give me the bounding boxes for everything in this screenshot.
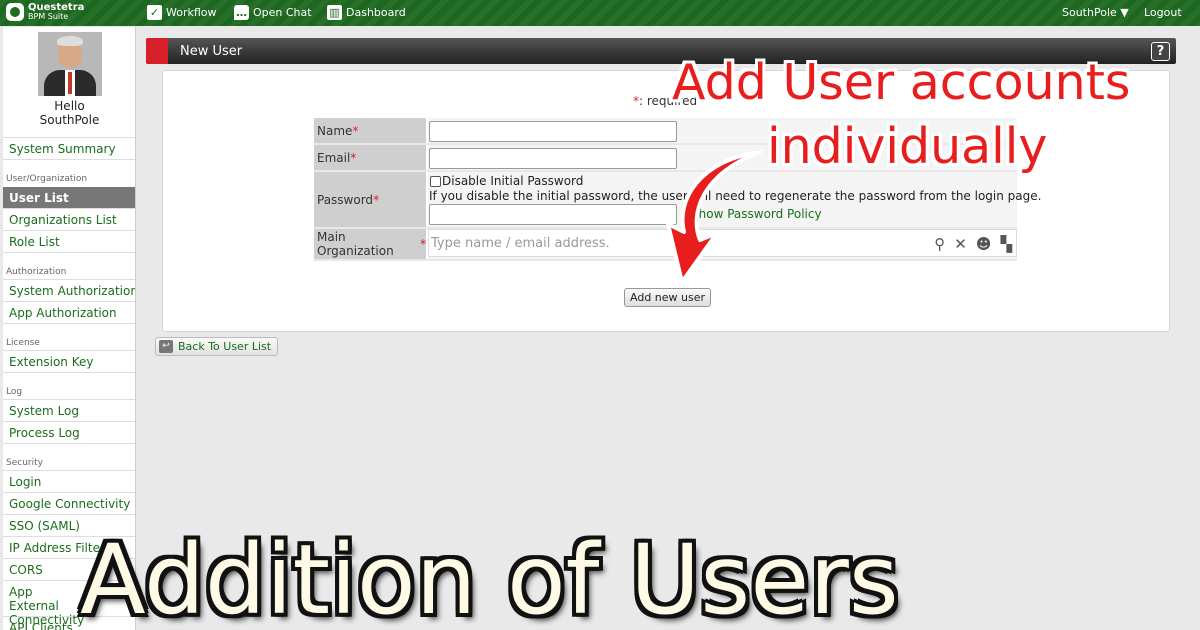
dashboard-icon: ▥ xyxy=(327,5,342,20)
user-face-icon[interactable]: ☻ xyxy=(976,235,992,253)
sidebar-item-organizations-list[interactable]: Organizations List xyxy=(3,209,135,231)
sidebar-item-system-log[interactable]: System Log xyxy=(3,400,135,422)
nav-dashboard-label: Dashboard xyxy=(346,6,406,19)
logo-line2: BPM Suite xyxy=(28,12,69,21)
top-bar: Questetra BPM Suite ✓ Workflow … Open Ch… xyxy=(0,0,1200,26)
name-label: Name * xyxy=(314,118,426,143)
sidebar-section-license: License xyxy=(6,338,40,348)
show-password-policy-link[interactable]: Show Password Policy xyxy=(691,207,822,221)
overlay-title: Addition of Users xyxy=(80,524,899,630)
sidebar-item-login[interactable]: Login xyxy=(3,471,135,493)
password-input[interactable] xyxy=(429,204,677,225)
questetra-logo[interactable]: Questetra BPM Suite xyxy=(6,3,84,21)
back-to-user-list-label: Back To User List xyxy=(178,340,272,353)
sidebar-item-extension-key[interactable]: Extension Key xyxy=(3,351,135,373)
sidebar-section-authorization: Authorization xyxy=(6,267,67,277)
form-row-main-organization: Main Organization * Type name / email add… xyxy=(314,229,1017,261)
callout-line1: Add User accounts xyxy=(672,54,1131,111)
sidebar-item-system-authorization[interactable]: System Authorization xyxy=(3,280,135,302)
avatar xyxy=(38,32,102,96)
password-label: Password * xyxy=(314,172,426,227)
sidebar-section-security: Security xyxy=(6,458,43,468)
sidebar-item-google-connectivity[interactable]: Google Connectivity xyxy=(3,493,135,515)
email-label: Email * xyxy=(314,145,426,170)
logout-link[interactable]: Logout xyxy=(1144,6,1182,19)
page-title: New User xyxy=(180,44,243,59)
nav-open-chat-label: Open Chat xyxy=(253,6,312,19)
main-organization-label: Main Organization * xyxy=(314,229,426,259)
user-menu[interactable]: SouthPole ▼ xyxy=(1062,6,1129,19)
chat-bubble-icon: … xyxy=(234,5,249,20)
nav-open-chat[interactable]: … Open Chat xyxy=(234,5,312,20)
logo-line1: Questetra xyxy=(28,2,85,13)
main-organization-placeholder: Type name / email address. xyxy=(431,236,610,251)
sidebar-item-process-log[interactable]: Process Log xyxy=(3,422,135,444)
org-tree-icon[interactable]: ▚ xyxy=(1000,235,1012,253)
add-new-user-button[interactable]: Add new user xyxy=(624,288,712,307)
help-button[interactable]: ? xyxy=(1151,42,1170,61)
disable-initial-password-checkbox[interactable] xyxy=(430,176,441,187)
nav-workflow[interactable]: ✓ Workflow xyxy=(147,5,217,20)
check-icon: ✓ xyxy=(147,5,162,20)
sidebar-item-system-summary[interactable]: System Summary xyxy=(3,138,135,160)
back-to-user-list-button[interactable]: ↩ Back To User List xyxy=(155,337,279,356)
callout-line2: individually xyxy=(767,118,1048,175)
sidebar-item-app-authorization[interactable]: App Authorization xyxy=(3,302,135,324)
logo-icon xyxy=(6,3,24,21)
sidebar-item-user-list[interactable]: User List xyxy=(3,187,135,209)
back-arrow-icon: ↩ xyxy=(159,340,173,353)
greeting-hello: Hello xyxy=(54,99,85,113)
main-organization-input[interactable]: Type name / email address. ⚲ ✕ ☻ ▚ xyxy=(428,229,1017,257)
email-input[interactable] xyxy=(429,148,677,169)
sidebar-item-role-list[interactable]: Role List xyxy=(3,231,135,253)
password-note: If you disable the initial password, the… xyxy=(429,189,1042,203)
sidebar-section-user-organization: User/Organization xyxy=(6,174,88,184)
name-input[interactable] xyxy=(429,121,677,142)
form-row-password: Password * Disable Initial Password If yo… xyxy=(314,172,1041,229)
clear-icon[interactable]: ✕ xyxy=(954,235,967,253)
search-icon[interactable]: ⚲ xyxy=(934,235,945,253)
sidebar-section-log: Log xyxy=(6,387,23,397)
greeting: Hello SouthPole xyxy=(3,99,135,127)
disable-initial-password-label: Disable Initial Password xyxy=(442,174,584,188)
panel-accent xyxy=(146,38,168,64)
nav-dashboard[interactable]: ▥ Dashboard xyxy=(327,5,406,20)
nav-workflow-label: Workflow xyxy=(166,6,217,19)
greeting-user: SouthPole xyxy=(39,113,100,127)
